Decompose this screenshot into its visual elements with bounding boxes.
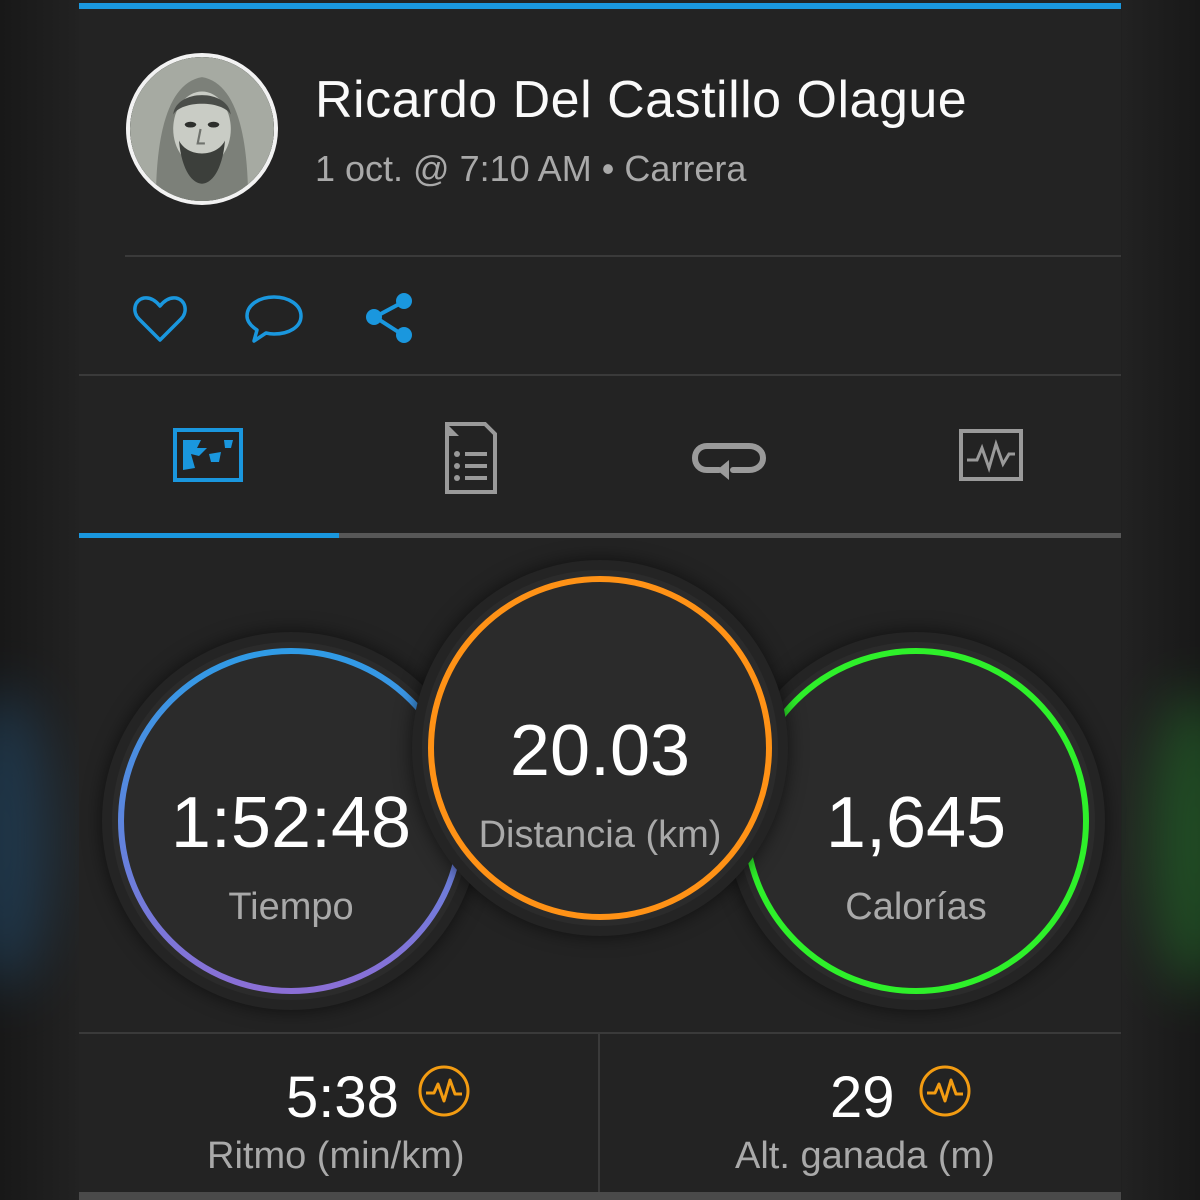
- pace-cell: 5:38 Ritmo (min/km): [79, 1034, 599, 1200]
- tab-active-indicator: [79, 533, 339, 538]
- heart-rate-icon: [918, 1064, 972, 1118]
- activity-meta: 1 oct. @ 7:10 AM • Carrera: [315, 148, 746, 190]
- heart-rate-icon: [417, 1064, 471, 1118]
- divider: [79, 374, 1121, 376]
- tab-laps[interactable]: [689, 418, 769, 498]
- avatar-portrait-icon: [130, 57, 274, 201]
- bottom-edge: [79, 1192, 1121, 1200]
- calories-value: 1,645: [825, 783, 1007, 863]
- distance-value: 20.03: [509, 711, 691, 791]
- calories-stat-circle: 1,645 Calorías: [737, 642, 1095, 1000]
- details-list-icon: [445, 422, 497, 494]
- elevation-cell: 29 Alt. ganada (m): [600, 1034, 1121, 1200]
- elevation-label: Alt. ganada (m): [735, 1135, 995, 1177]
- map-icon: [173, 428, 243, 482]
- tab-details[interactable]: [429, 418, 509, 498]
- elevation-value: 29: [830, 1065, 895, 1130]
- like-button[interactable]: [130, 289, 190, 349]
- activity-date: 1 oct. @ 7:10 AM: [315, 148, 592, 189]
- calories-label: Calorías: [845, 886, 987, 928]
- divider: [125, 255, 1121, 257]
- background-left: [0, 0, 80, 1200]
- pace-label: Ritmo (min/km): [207, 1135, 465, 1177]
- share-button[interactable]: [360, 289, 420, 349]
- avatar[interactable]: [126, 53, 278, 205]
- pace-value: 5:38: [286, 1065, 399, 1130]
- laps-icon: [691, 443, 767, 480]
- tab-charts[interactable]: [951, 418, 1031, 498]
- distance-stat-circle: 20.03 Distancia (km): [422, 570, 778, 926]
- activity-type: Carrera: [624, 148, 747, 189]
- background-right: [1122, 0, 1200, 1200]
- user-name[interactable]: Ricardo Del Castillo Olague: [315, 70, 967, 130]
- time-stat-circle: 1:52:48 Tiempo: [112, 642, 470, 1000]
- chart-icon: [959, 429, 1023, 481]
- comment-button[interactable]: [244, 289, 304, 349]
- heart-icon: [133, 296, 187, 342]
- share-icon: [366, 293, 412, 343]
- time-label: Tiempo: [228, 886, 354, 928]
- time-value: 1:52:48: [170, 783, 412, 863]
- activity-card: Ricardo Del Castillo Olague 1 oct. @ 7:1…: [79, 0, 1121, 1200]
- distance-label: Distancia (km): [478, 814, 722, 856]
- comment-icon: [245, 295, 303, 343]
- accent-top-bar: [79, 3, 1121, 9]
- meta-separator: •: [601, 148, 615, 189]
- tab-map[interactable]: [169, 418, 249, 498]
